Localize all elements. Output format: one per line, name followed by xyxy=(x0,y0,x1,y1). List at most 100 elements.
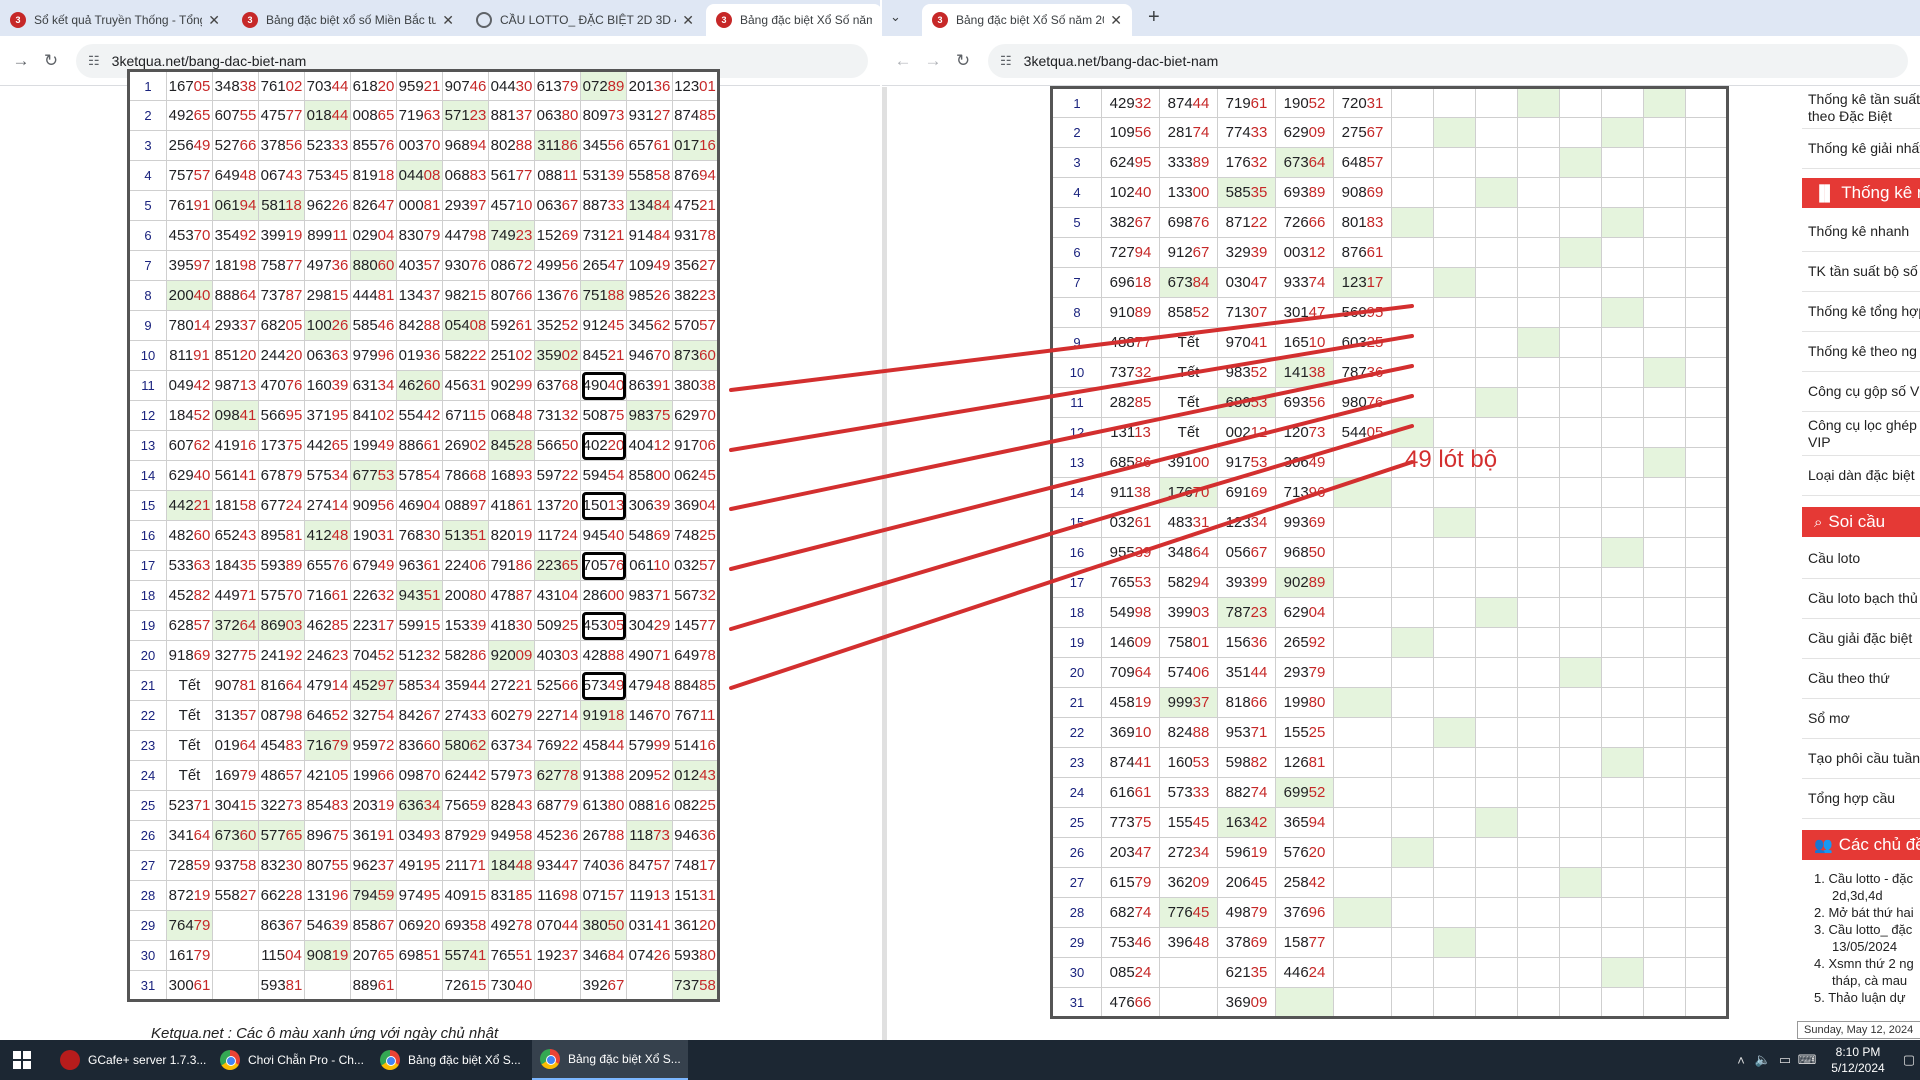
date-tooltip: Sunday, May 12, 2024 xyxy=(1797,1021,1920,1039)
sidebar-item-giai-nhat[interactable]: Thống kê giải nhất xyxy=(1802,129,1920,169)
close-icon[interactable]: ✕ xyxy=(442,12,454,29)
forward-icon[interactable]: → xyxy=(6,46,36,76)
sidebar-item-tk-tan-suat-bo-so[interactable]: TK tần suất bộ số xyxy=(1802,252,1920,292)
tab-bang-dac-biet-2024[interactable]: 3 Bảng đặc biệt Xổ Số năm 2024 ✕ xyxy=(922,4,1132,36)
sidebar-item-so-mo[interactable]: Sổ mơ xyxy=(1802,699,1920,739)
topic-link[interactable]: 3. Cầu lotto_ đặc 13/05/2024 xyxy=(1802,921,1920,955)
result-cell xyxy=(396,970,443,1001)
scrollbar[interactable] xyxy=(882,87,887,1040)
result-cell xyxy=(1559,507,1602,538)
result-cell: 99369 xyxy=(1275,507,1334,538)
result-cell: 38267 xyxy=(1101,207,1160,238)
result-cell: 87444 xyxy=(1159,87,1218,118)
sidebar-item-cau-loto[interactable]: Cầu loto xyxy=(1802,539,1920,579)
sidebar-item-tong-hop-cau[interactable]: Tổng hợp cầu xyxy=(1802,779,1920,819)
result-cell xyxy=(1433,177,1476,208)
forward-icon[interactable]: → xyxy=(918,46,948,76)
result-cell: 24192 xyxy=(258,640,305,671)
taskbar-app-chrome-2[interactable]: Bảng đặc biệt Xổ S... xyxy=(372,1040,528,1080)
speaker-icon[interactable]: 🔈 xyxy=(1752,1052,1774,1068)
reload-icon[interactable]: ↻ xyxy=(36,46,66,76)
topic-link[interactable]: 2. Mở bát thứ hai xyxy=(1802,904,1920,921)
result-cell xyxy=(1643,867,1686,898)
result-cell xyxy=(1517,597,1560,628)
result-cell: 34562 xyxy=(626,310,673,341)
sidebar-item-cau-giai-dac-biet[interactable]: Cầu giải đặc biệt xyxy=(1802,619,1920,659)
result-cell: 36910 xyxy=(1101,717,1160,748)
topic-link[interactable]: 5. Thảo luận dự xyxy=(1802,989,1920,1006)
taskbar-app-chrome-3[interactable]: Bảng đặc biệt Xổ S... xyxy=(532,1040,688,1080)
result-cell: 29379 xyxy=(1275,657,1334,688)
sidebar-item-cau-theo-thu[interactable]: Cầu theo thứ xyxy=(1802,659,1920,699)
result-cell: 90299 xyxy=(488,370,535,401)
result-cell xyxy=(1475,237,1518,268)
topic-link[interactable]: 4. Xsmn thứ 2 ng tháp, cà mau xyxy=(1802,955,1920,989)
result-cell: 07289 xyxy=(580,70,627,101)
clock[interactable]: 8:10 PM 5/12/2024 xyxy=(1818,1044,1898,1076)
network-icon[interactable]: ▭ xyxy=(1774,1052,1796,1068)
new-tab-icon[interactable]: + xyxy=(1148,6,1160,29)
day-cell: 4 xyxy=(1051,177,1102,208)
result-cell: 09870 xyxy=(396,760,443,791)
result-cell: 36904 xyxy=(672,490,719,521)
result-cell: 34864 xyxy=(1159,537,1218,568)
site-favicon-icon: 3 xyxy=(716,12,732,28)
notification-icon[interactable]: ▢ xyxy=(1898,1052,1920,1068)
close-icon[interactable]: ✕ xyxy=(208,12,220,29)
result-cell: 63734 xyxy=(488,730,535,761)
tab-bang-dac-biet-nam[interactable]: 3 Bảng đặc biệt Xổ Số năm xyxy=(706,4,880,36)
result-cell: 90956 xyxy=(350,490,397,521)
result-cell: 84102 xyxy=(350,400,397,431)
close-icon[interactable]: ✕ xyxy=(1110,12,1122,29)
result-cell: 51416 xyxy=(672,730,719,761)
sidebar-item-tan-suat-db[interactable]: Thống kê tần suất theo Đặc Biệt xyxy=(1802,87,1920,129)
address-bar[interactable]: ☷ 3ketqua.net/bang-dac-biet-nam xyxy=(988,43,1908,78)
result-cell xyxy=(1391,357,1434,388)
taskbar-app-chrome-1[interactable]: Chơi Chẵn Pro - Ch... xyxy=(212,1040,368,1080)
result-cell xyxy=(1685,537,1728,568)
site-info-icon[interactable]: ☷ xyxy=(1000,53,1012,69)
tab-search-icon[interactable]: ⌄ xyxy=(890,9,901,25)
result-cell: 01243 xyxy=(672,760,719,791)
reload-icon[interactable]: ↻ xyxy=(948,46,978,76)
result-cell: 00865 xyxy=(350,100,397,131)
back-icon[interactable]: ← xyxy=(888,46,918,76)
result-cell: 49071 xyxy=(626,640,673,671)
sidebar-item-tao-phoi-cau-tuan[interactable]: Tạo phôi cầu tuần xyxy=(1802,739,1920,779)
windows-start-icon[interactable] xyxy=(0,1040,44,1080)
topic-link[interactable]: 1. Cầu lotto - đặc 2d,3d,4d xyxy=(1802,870,1920,904)
tab-so-ket-qua[interactable]: 3 Sổ kết quả Truyền Thống - Tổng ✕ xyxy=(0,4,230,36)
result-cell: 26902 xyxy=(442,430,489,461)
taskbar-app-gcafe[interactable]: GCafe+ server 1.7.3... xyxy=(52,1040,208,1080)
result-cell: 84267 xyxy=(396,700,443,731)
tab-bang-dac-biet-mb[interactable]: 3 Bảng đặc biệt xổ số Miền Bắc tu ✕ xyxy=(232,4,464,36)
site-info-icon[interactable]: ☷ xyxy=(88,53,100,69)
sidebar-item-cau-loto-bach-thu[interactable]: Cầu loto bạch thủ xyxy=(1802,579,1920,619)
result-cell xyxy=(1517,177,1560,208)
sidebar-item-loai-dan-dac-biet[interactable]: Loại dàn đặc biệt xyxy=(1802,456,1920,496)
tab-cau-lotto[interactable]: CẦU LOTTO_ ĐẶC BIỆT 2D 3D 4 ✕ xyxy=(466,4,704,36)
sidebar-item-thong-ke-nhanh[interactable]: Thống kê nhanh xyxy=(1802,212,1920,252)
table-row: 1 42932 87444 71961 19052 72031 xyxy=(1051,87,1728,118)
sidebar-item-thong-ke-theo-ngay[interactable]: Thống kê theo ng xyxy=(1802,332,1920,372)
result-cell xyxy=(1685,567,1728,598)
result-cell: 11873 xyxy=(626,820,673,851)
result-cell xyxy=(1601,897,1644,928)
result-cell xyxy=(1333,627,1392,658)
result-cell xyxy=(1475,447,1518,478)
result-cell: 25649 xyxy=(166,130,213,161)
sidebar-item-cong-cu-gop-so[interactable]: Công cụ gộp số V xyxy=(1802,372,1920,412)
chevron-up-icon[interactable]: ˄ xyxy=(1730,1053,1752,1068)
result-cell: 63768 xyxy=(534,370,581,401)
chrome-icon xyxy=(220,1050,240,1070)
result-cell xyxy=(1475,387,1518,418)
result-cell: 57349 xyxy=(580,670,627,701)
result-cell: 29337 xyxy=(212,310,259,341)
sidebar-item-thong-ke-tong-hop[interactable]: Thống kê tổng hợp xyxy=(1802,292,1920,332)
result-cell xyxy=(1517,717,1560,748)
result-cell: 77375 xyxy=(1101,807,1160,838)
close-icon[interactable]: ✕ xyxy=(682,12,694,29)
sidebar-item-cong-cu-loc-ghep[interactable]: Công cụ lọc ghép VIP xyxy=(1802,412,1920,456)
keyboard-icon[interactable]: ⌨ xyxy=(1796,1052,1818,1068)
result-cell xyxy=(304,970,351,1001)
